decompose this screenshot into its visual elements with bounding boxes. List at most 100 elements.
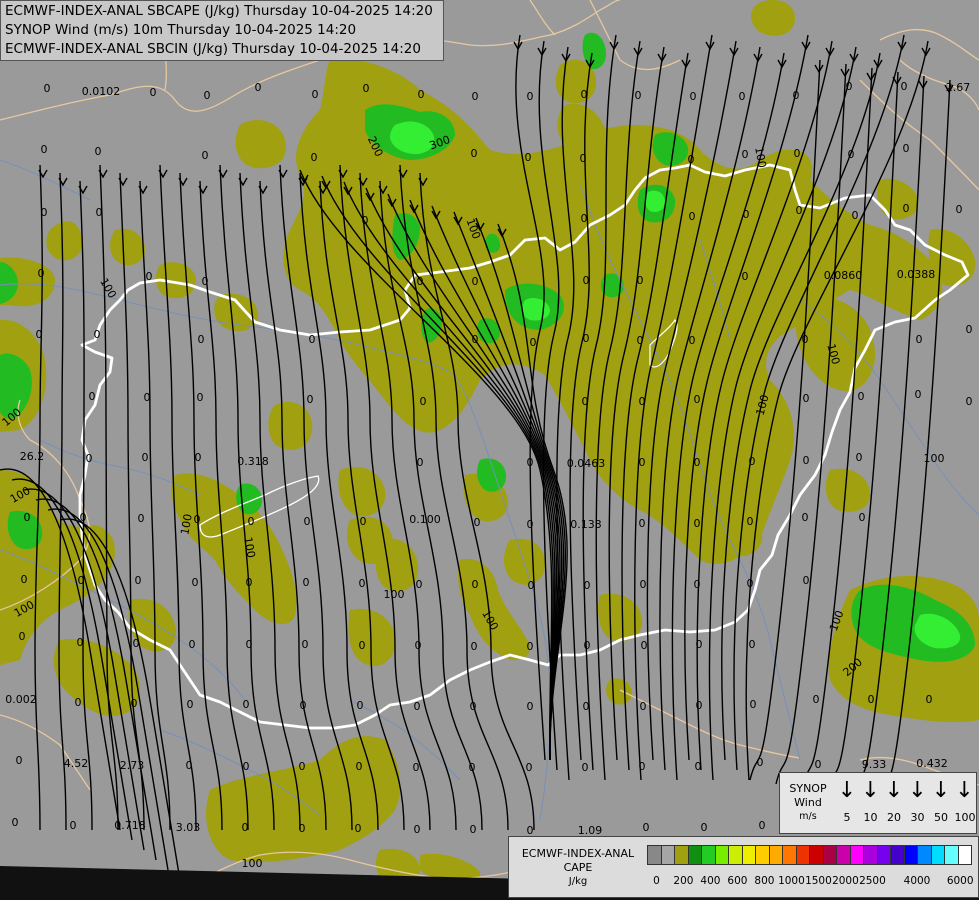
index-value-label: 0 [359,639,366,652]
index-value-label: 0 [414,700,421,713]
index-value-label: 0 [469,761,476,774]
legend-swatch [768,845,783,865]
index-value-label: 0 [299,822,306,835]
index-value-label: 0 [690,90,697,103]
legend-swatch [890,845,905,865]
legend-tick-label: 200 [673,875,694,887]
legend-swatch [741,845,756,865]
legend-swatch [903,845,918,865]
index-value-label: 0 [527,640,534,653]
synop-speed-label: 50 [934,811,948,824]
cape-legend-title: ECMWF-INDEX-ANAL CAPE J/kg [513,847,643,889]
weather-map: 0 0.0102 0 0 0 0 0 0 0 0 0 0 0 0 0 0 0 2.67 0 0 0 0 0 0 0 0 0 0 0 0 0 0… [0,0,979,900]
legend-swatch [782,845,797,865]
index-value-label: 0 [903,142,910,155]
index-value-label: 0 [197,391,204,404]
index-value-label: 0 [582,395,589,408]
legend-tick-label: 2000 [832,875,859,887]
index-value-label: 0.100 [409,513,441,526]
index-value-label: 0 [695,760,702,773]
index-value-label: 0 [915,388,922,401]
index-value-label: 0 [12,816,19,829]
legend-swatch [957,845,972,865]
index-value-label: 0 [803,574,810,587]
index-value-label: 0 [243,760,250,773]
index-value-label: 0 [415,639,422,652]
index-value-label: 0 [242,821,249,834]
title-synop-wind: SYNOP Wind (m/s) 10m Thursday 10-04-2025… [5,22,357,38]
index-value-label: 0 [581,212,588,225]
index-value-label: 0 [640,700,647,713]
index-value-label: 0 [759,819,766,832]
index-value-label: 0.0463 [567,457,606,470]
index-value-label: 0 [357,699,364,712]
index-value-label: 0 [363,82,370,95]
index-value-label: 0 [527,456,534,469]
map-background [0,0,979,900]
index-value-label: 0 [414,823,421,836]
index-value-label: 0 [643,821,650,834]
index-value-label: 0 [470,823,477,836]
index-value-label: 0 [41,143,48,156]
index-value-label: 0 [701,821,708,834]
index-value-label: 0 [966,323,973,336]
legend-swatch [687,845,702,865]
legend-tick-label: 4000 [903,875,931,887]
title-sbcape: ECMWF-INDEX-ANAL SBCAPE (J/kg) Thursday … [5,3,433,19]
index-value-label: 0 [470,700,477,713]
index-value-label: 0.0860 [824,269,863,282]
index-value-label: 0 [78,574,85,587]
index-value-label: 0 [903,202,910,215]
legend-swatch [728,845,743,865]
legend-swatch [944,845,959,865]
index-value-label: 0 [359,577,366,590]
legend-tick-label: 400 [700,875,721,887]
index-value-label: 0 [749,455,756,468]
index-value-label: 0 [694,393,701,406]
index-value-label: 0 [135,574,142,587]
index-value-label: 0 [688,153,695,166]
index-value-label: 0 [312,88,319,101]
index-value-label: 0 [300,699,307,712]
index-value-label: 0 [24,511,31,524]
index-value-label: 0.432 [916,757,948,770]
index-value-label: 0 [246,576,253,589]
synop-speed-label: 20 [887,811,901,824]
index-value-label: 0 [747,577,754,590]
index-value-label: 0 [19,630,26,643]
cape-contour-label: 100 [242,857,263,870]
index-value-label: 0 [583,700,590,713]
index-value-label: 0 [527,700,534,713]
index-value-label: 2.67 [946,81,971,94]
synop-wind-legend: SYNOP Wind m/s ↓ 5 ↓ 10 ↓ 20 ↓ 30 ↓ 50 ↓ 100 [779,772,977,834]
index-value-label: 0 [96,206,103,219]
index-value-label: 0 [640,578,647,591]
index-value-label: 0 [311,151,318,164]
synop-speed-label: 30 [910,811,925,824]
index-value-label: 0.318 [237,455,269,468]
index-value-label: 0 [189,638,196,651]
arrow-down-icon: ↓ [931,778,951,803]
index-value-label: 0 [472,275,479,288]
index-value-label: 0 [525,151,532,164]
index-value-label: 0 [750,698,757,711]
index-value-label: 0 [527,90,534,103]
index-value-label: 0 [868,693,875,706]
index-value-label: 0 [133,637,140,650]
index-value-label: 0 [802,511,809,524]
index-value-label: 0 [527,518,534,531]
index-value-label: 0 [16,754,23,767]
index-value-label: 0 [418,88,425,101]
index-value-label: 0 [77,636,84,649]
index-value-label: 0 [856,451,863,464]
index-value-label: 0 [526,761,533,774]
index-value-label: 0 [70,819,77,832]
index-value-label: 0 [195,451,202,464]
index-value-label: 0 [202,149,209,162]
index-value-label: 0.0102 [82,85,121,98]
index-value-label: 0 [956,203,963,216]
index-value-label: 0 [689,334,696,347]
legend-swatch [849,845,864,865]
index-value-label: 0 [848,148,855,161]
index-value-label: 0 [694,456,701,469]
